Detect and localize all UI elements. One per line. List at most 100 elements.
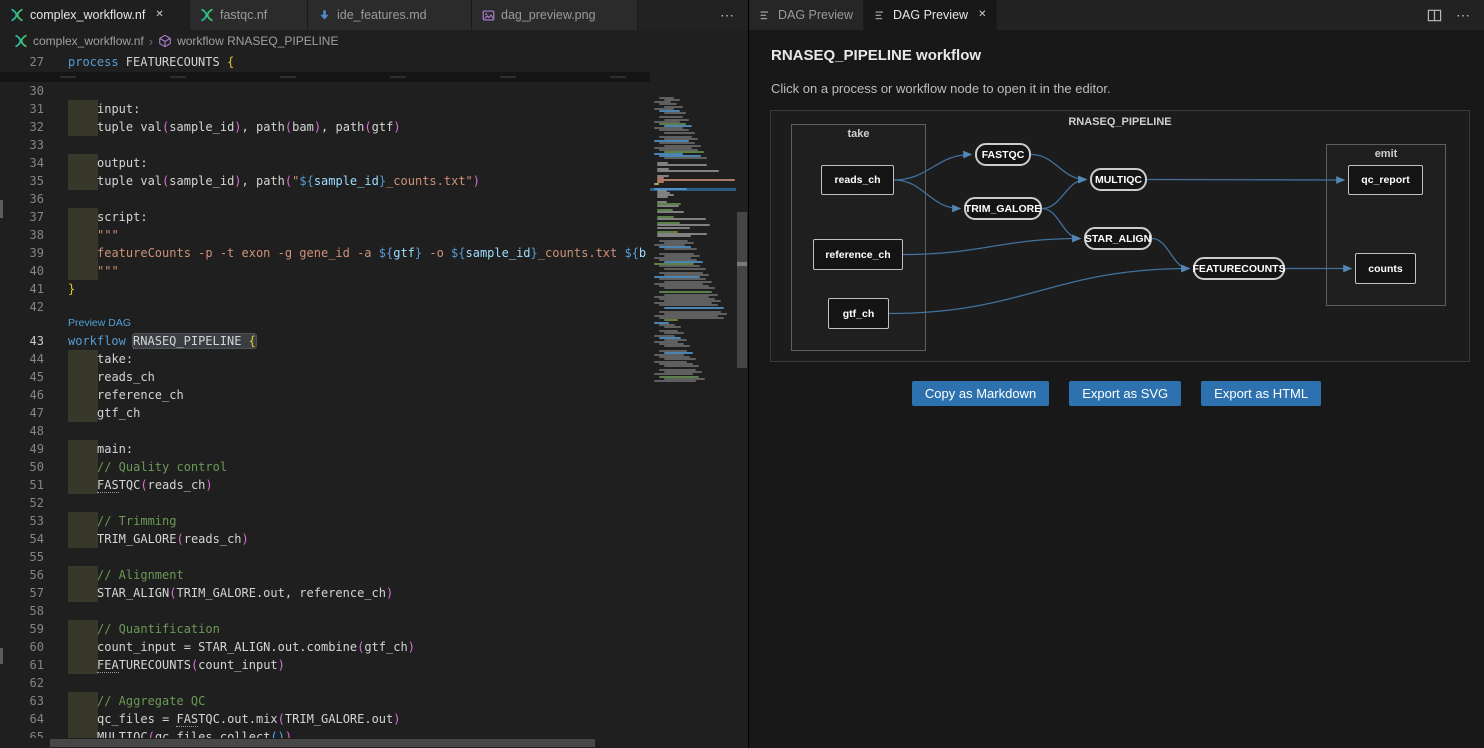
line-number[interactable]: 62 <box>0 674 44 692</box>
line-number[interactable]: 35 <box>0 172 44 190</box>
close-tab-icon[interactable]: ✕ <box>155 10 163 20</box>
line-number[interactable]: 43 <box>0 332 44 350</box>
sticky-scroll-line[interactable]: 27process FEATURECOUNTS { <box>0 52 748 72</box>
line-number[interactable]: 52 <box>0 494 44 512</box>
dag-node-qc_report[interactable]: qc_report <box>1348 165 1423 195</box>
code-line-61[interactable]: 61FEATURECOUNTS(count_input) <box>0 656 650 674</box>
code-line-63[interactable]: 63// Aggregate QC <box>0 692 650 710</box>
tab-dag-preview[interactable]: DAG Preview✕ <box>864 0 997 30</box>
code-line-59[interactable]: 59// Quantification <box>0 620 650 638</box>
code-line-64[interactable]: 64qc_files = FASTQC.out.mix(TRIM_GALORE.… <box>0 710 650 728</box>
code-line-49[interactable]: 49main: <box>0 440 650 458</box>
tab-dag-preview-png[interactable]: dag_preview.png <box>472 0 638 30</box>
copy-as-markdown-button[interactable]: Copy as Markdown <box>912 381 1049 406</box>
line-number[interactable]: 36 <box>0 190 44 208</box>
line-number[interactable]: 42 <box>0 298 44 316</box>
split-editor-icon[interactable] <box>1427 8 1442 23</box>
breadcrumb-symbol[interactable]: workflow RNASEQ_PIPELINE <box>177 34 338 48</box>
code-line-56[interactable]: 56// Alignment <box>0 566 650 584</box>
more-actions-button[interactable]: ⋯ <box>1456 7 1470 24</box>
code-line-32[interactable]: 32tuple val(sample_id), path(bam), path(… <box>0 118 650 136</box>
code-line-55[interactable]: 55 <box>0 548 650 566</box>
line-number[interactable]: 61 <box>0 656 44 674</box>
line-number[interactable]: 31 <box>0 100 44 118</box>
line-number[interactable]: 64 <box>0 710 44 728</box>
line-number[interactable]: 56 <box>0 566 44 584</box>
dag-node-reads_ch[interactable]: reads_ch <box>821 165 894 195</box>
codelens-preview-dag[interactable]: Preview DAG <box>68 316 131 332</box>
line-number[interactable]: 39 <box>0 244 44 262</box>
line-number[interactable]: 59 <box>0 620 44 638</box>
line-number[interactable]: 57 <box>0 584 44 602</box>
code-line-62[interactable]: 62 <box>0 674 650 692</box>
code-line-47[interactable]: 47gtf_ch <box>0 404 650 422</box>
vertical-scrollbar-thumb[interactable] <box>737 212 747 368</box>
line-number[interactable]: 47 <box>0 404 44 422</box>
horizontal-scrollbar-thumb[interactable] <box>50 739 595 747</box>
line-number[interactable]: 33 <box>0 136 44 154</box>
line-number[interactable]: 37 <box>0 208 44 226</box>
line-number[interactable]: 45 <box>0 368 44 386</box>
code-line-40[interactable]: 40""" <box>0 262 650 280</box>
breadcrumb-file[interactable]: complex_workflow.nf <box>33 34 144 48</box>
line-number[interactable]: 44 <box>0 350 44 368</box>
code-line-39[interactable]: 39featureCounts -p -t exon -g gene_id -a… <box>0 244 650 262</box>
code-line-57[interactable]: 57STAR_ALIGN(TRIM_GALORE.out, reference_… <box>0 584 650 602</box>
line-number[interactable]: 48 <box>0 422 44 440</box>
code-line-53[interactable]: 53// Trimming <box>0 512 650 530</box>
code-line-45[interactable]: 45reads_ch <box>0 368 650 386</box>
code-line-58[interactable]: 58 <box>0 602 650 620</box>
dag-node-star_align[interactable]: STAR_ALIGN <box>1084 227 1152 250</box>
code-line-46[interactable]: 46reference_ch <box>0 386 650 404</box>
line-number[interactable]: 41 <box>0 280 44 298</box>
code-line-30[interactable]: 30 <box>0 82 650 100</box>
tab-overflow-button[interactable]: ⋯ <box>706 7 748 24</box>
line-number[interactable]: 53 <box>0 512 44 530</box>
code-line-33[interactable]: 33 <box>0 136 650 154</box>
line-number[interactable]: 30 <box>0 82 44 100</box>
code-line-36[interactable]: 36 <box>0 190 650 208</box>
code-line-34[interactable]: 34output: <box>0 154 650 172</box>
dag-node-gtf_ch[interactable]: gtf_ch <box>828 298 889 329</box>
code-line-38[interactable]: 38""" <box>0 226 650 244</box>
code-line-54[interactable]: 54TRIM_GALORE(reads_ch) <box>0 530 650 548</box>
breadcrumb[interactable]: complex_workflow.nf › workflow RNASEQ_PI… <box>0 30 748 52</box>
code-line-43[interactable]: 43workflow RNASEQ_PIPELINE { <box>0 332 650 350</box>
code-line-44[interactable]: 44take: <box>0 350 650 368</box>
line-number[interactable]: 54 <box>0 530 44 548</box>
dag-node-reference_ch[interactable]: reference_ch <box>813 239 903 270</box>
code-line-50[interactable]: 50// Quality control <box>0 458 650 476</box>
code-line-51[interactable]: 51FASTQC(reads_ch) <box>0 476 650 494</box>
code-line-48[interactable]: 48 <box>0 422 650 440</box>
close-tab-icon[interactable]: ✕ <box>978 10 986 20</box>
line-number[interactable]: 51 <box>0 476 44 494</box>
line-number[interactable]: 55 <box>0 548 44 566</box>
line-number[interactable]: 46 <box>0 386 44 404</box>
horizontal-scrollbar[interactable] <box>0 738 736 748</box>
line-number[interactable]: 50 <box>0 458 44 476</box>
tab-complex-workflow-nf[interactable]: complex_workflow.nf✕ <box>0 0 190 30</box>
dag-node-counts[interactable]: counts <box>1355 253 1416 284</box>
code-line-35[interactable]: 35tuple val(sample_id), path("${sample_i… <box>0 172 650 190</box>
export-as-svg-button[interactable]: Export as SVG <box>1069 381 1181 406</box>
tab-dag-preview[interactable]: DAG Preview <box>749 0 864 30</box>
minimap[interactable] <box>650 52 736 748</box>
line-number[interactable]: 40 <box>0 262 44 280</box>
line-number[interactable]: 58 <box>0 602 44 620</box>
code-line-41[interactable]: 41} <box>0 280 650 298</box>
dag-node-trim_galore[interactable]: TRIM_GALORE <box>964 197 1042 220</box>
dag-node-multiqc[interactable]: MULTIQC <box>1090 168 1147 191</box>
line-number[interactable]: 63 <box>0 692 44 710</box>
vertical-scrollbar[interactable] <box>736 52 748 748</box>
export-as-html-button[interactable]: Export as HTML <box>1201 381 1321 406</box>
code-editor[interactable]: 3031input:32tuple val(sample_id), path(b… <box>0 52 748 748</box>
code-line-42[interactable]: 42 <box>0 298 650 316</box>
code-line-31[interactable]: 31input: <box>0 100 650 118</box>
tab-fastqc-nf[interactable]: fastqc.nf <box>190 0 308 30</box>
line-number[interactable]: 32 <box>0 118 44 136</box>
code-line-52[interactable]: 52 <box>0 494 650 512</box>
dag-node-featurecounts[interactable]: FEATURECOUNTS <box>1193 257 1285 280</box>
line-number[interactable]: 38 <box>0 226 44 244</box>
code-line-60[interactable]: 60count_input = STAR_ALIGN.out.combine(g… <box>0 638 650 656</box>
dag-node-fastqc[interactable]: FASTQC <box>975 143 1031 166</box>
